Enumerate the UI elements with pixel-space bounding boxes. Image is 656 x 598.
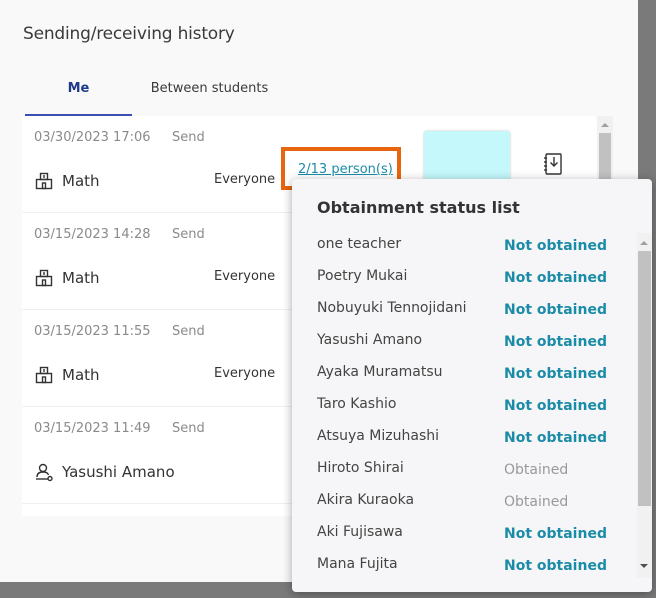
student-name: Akira Kuraoka — [317, 492, 415, 508]
status-row: Taro Kashio Not obtained — [317, 395, 627, 427]
obtainment-status: Not obtained — [504, 430, 607, 446]
status-row: Akira Kuraoka Obtained — [317, 491, 627, 523]
status-row: Yasushi Amano Not obtained — [317, 331, 627, 363]
subject-label: Yasushi Amano — [62, 463, 175, 481]
subject-label: Math — [62, 172, 100, 190]
student-name: Hiroto Shirai — [317, 460, 404, 476]
person-icon — [36, 463, 53, 482]
obtainment-status: Not obtained — [504, 334, 607, 350]
scroll-up-arrow-icon[interactable] — [640, 241, 648, 245]
tab-bar: Me Between students — [25, 76, 287, 116]
tab-between-students[interactable]: Between students — [132, 76, 287, 116]
obtainment-count-link[interactable]: 2/13 person(s) — [292, 162, 399, 177]
obtainment-status-popover: Obtainment status list one teacher Not ob… — [292, 179, 652, 592]
status-row: Mana Fujita Not obtained — [317, 555, 627, 587]
history-kind: Send — [172, 130, 205, 145]
student-name: Aki Fujisawa — [317, 524, 403, 540]
history-subject: Math — [34, 171, 100, 191]
obtainment-status: Not obtained — [504, 526, 607, 542]
history-target: Everyone — [214, 269, 276, 284]
popover-title: Obtainment status list — [317, 198, 520, 217]
status-row: one teacher Not obtained — [317, 235, 627, 267]
student-name: Yasushi Amano — [317, 332, 423, 348]
scroll-down-arrow-icon[interactable] — [640, 564, 648, 568]
history-subject: Yasushi Amano — [34, 462, 175, 482]
history-kind: Send — [172, 324, 205, 339]
scroll-up-arrow-icon[interactable] — [601, 123, 609, 127]
class-icon — [35, 269, 53, 287]
history-subject: Math — [34, 365, 100, 385]
obtainment-status: Not obtained — [504, 270, 607, 286]
student-name: one teacher — [317, 236, 402, 252]
history-target: Everyone — [214, 366, 276, 381]
student-name: Ayaka Muramatsu — [317, 364, 443, 380]
obtainment-status-list: one teacher Not obtained Poetry Mukai Not o… — [317, 235, 627, 587]
status-row: Hiroto Shirai Obtained — [317, 459, 627, 491]
history-date: 03/15/2023 11:55 — [34, 324, 151, 339]
status-row: Atsuya Mizuhashi Not obtained — [317, 427, 627, 459]
student-name: Nobuyuki Tennojidani — [317, 300, 467, 316]
status-row: Ayaka Muramatsu Not obtained — [317, 363, 627, 395]
history-date: 03/15/2023 14:28 — [34, 227, 151, 242]
subject-label: Math — [62, 366, 100, 384]
tab-me[interactable]: Me — [25, 76, 132, 116]
student-name: Atsuya Mizuhashi — [317, 428, 440, 444]
history-date: 03/30/2023 17:06 — [34, 130, 151, 145]
history-kind: Send — [172, 421, 205, 436]
popover-scrollbar[interactable] — [637, 233, 652, 578]
status-row: Nobuyuki Tennojidani Not obtained — [317, 299, 627, 331]
history-target: Everyone — [214, 172, 276, 187]
obtainment-status: Obtained — [504, 462, 569, 478]
obtainment-status: Not obtained — [504, 366, 607, 382]
obtainment-status: Not obtained — [504, 238, 607, 254]
class-icon — [35, 366, 53, 384]
status-row: Aki Fujisawa Not obtained — [317, 523, 627, 555]
class-icon — [35, 172, 53, 190]
obtainment-status: Not obtained — [504, 558, 607, 574]
status-row: Poetry Mukai Not obtained — [317, 267, 627, 299]
subject-label: Math — [62, 269, 100, 287]
history-kind: Send — [172, 227, 205, 242]
student-name: Mana Fujita — [317, 556, 398, 572]
dialog-title: Sending/receiving history — [23, 24, 235, 44]
history-date: 03/15/2023 11:49 — [34, 421, 151, 436]
history-subject: Math — [34, 268, 100, 288]
obtainment-status: Not obtained — [504, 302, 607, 318]
student-name: Taro Kashio — [317, 396, 397, 412]
student-name: Poetry Mukai — [317, 268, 408, 284]
obtainment-status: Not obtained — [504, 398, 607, 414]
obtainment-status: Obtained — [504, 494, 569, 510]
download-icon[interactable] — [542, 152, 564, 176]
scrollbar-thumb[interactable] — [638, 251, 651, 506]
